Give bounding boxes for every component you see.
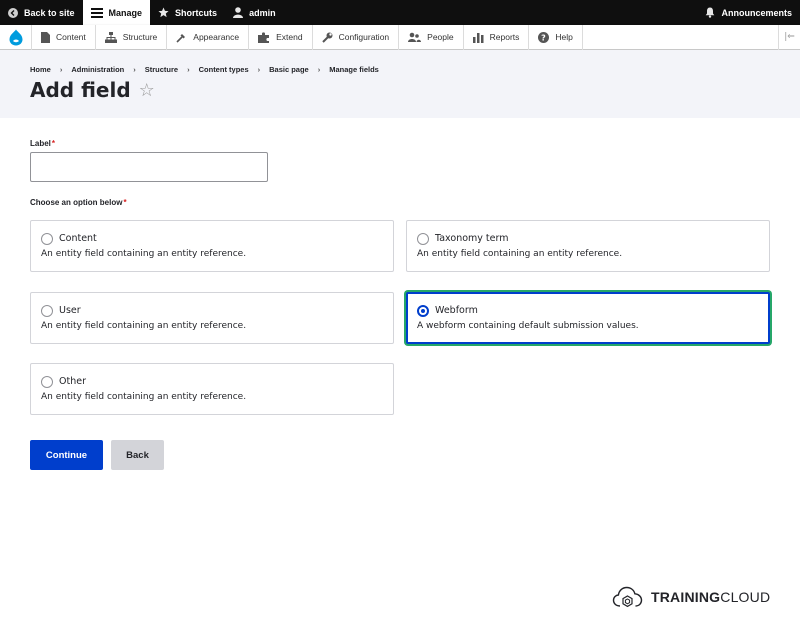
option-title: Webform (435, 305, 478, 316)
sitemap-icon (104, 31, 117, 43)
breadcrumb: Home › Administration › Structure › Cont… (30, 65, 379, 74)
menu-item-people[interactable]: People (399, 24, 464, 50)
continue-button[interactable]: Continue (30, 440, 103, 470)
menu-item-appearance[interactable]: Appearance (167, 24, 250, 50)
menu-item-content[interactable]: Content (32, 24, 96, 50)
page-title-row: Add field ☆ (30, 78, 155, 102)
page-header: Home › Administration › Structure › Cont… (0, 50, 800, 118)
menu-item-configuration[interactable]: Configuration (313, 24, 400, 50)
menu-item-structure[interactable]: Structure (96, 24, 168, 50)
option-card-content[interactable]: Content An entity field containing an en… (30, 220, 394, 272)
watermark-text-rest: CLOUD (720, 589, 771, 605)
manage-label: Manage (108, 7, 143, 18)
label-input[interactable] (30, 152, 268, 182)
menu-item-label: Content (56, 32, 86, 42)
breadcrumb-separator: › (187, 65, 190, 74)
option-description: An entity field containing an entity ref… (41, 321, 247, 331)
menu-item-label: Configuration (338, 32, 390, 42)
watermark-text: TRAININGCLOUD (651, 589, 770, 605)
admin-menu: Content Structure Appearance Extend Conf… (0, 24, 800, 50)
shortcut-star-icon[interactable]: ☆ (139, 80, 155, 101)
user-label: admin (249, 7, 276, 18)
breadcrumb-manage-fields[interactable]: Manage fields (329, 65, 379, 74)
option-card-taxonomy-term[interactable]: Taxonomy term An entity field containing… (406, 220, 770, 272)
breadcrumb-separator: › (133, 65, 136, 74)
menu-item-label: Appearance (193, 32, 240, 42)
menu-item-label: Structure (122, 32, 158, 42)
people-icon (408, 32, 422, 42)
breadcrumb-structure[interactable]: Structure (145, 65, 178, 74)
choose-option-label: Choose an option below* (30, 198, 127, 207)
announcements-tab[interactable]: Announcements (697, 0, 800, 25)
manage-tab[interactable]: Manage (82, 0, 151, 25)
svg-text:?: ? (542, 33, 547, 42)
watermark-text-bold: TRAINING (651, 589, 721, 605)
menu-item-label: People (427, 32, 454, 42)
menu-item-reports[interactable]: Reports (464, 24, 530, 50)
option-title: Content (59, 233, 97, 244)
star-icon (158, 7, 169, 18)
drupal-logo[interactable] (0, 24, 32, 50)
required-marker: * (123, 198, 127, 207)
page-icon (41, 31, 50, 43)
user-tab[interactable]: admin (225, 0, 284, 25)
breadcrumb-separator: › (317, 65, 321, 74)
radio-button[interactable] (41, 376, 53, 388)
help-icon: ? (538, 31, 550, 43)
paintbrush-icon (176, 33, 186, 43)
menu-item-label: Help (555, 32, 573, 42)
shortcuts-tab[interactable]: Shortcuts (150, 0, 225, 25)
label-field-text: Label (30, 139, 51, 148)
shortcuts-label: Shortcuts (175, 7, 218, 18)
breadcrumb-content-types[interactable]: Content types (199, 65, 249, 74)
breadcrumb-administration[interactable]: Administration (71, 65, 124, 74)
radio-button[interactable] (41, 305, 53, 317)
option-description: An entity field containing an entity ref… (41, 392, 247, 402)
drupal-drop-icon (9, 29, 22, 45)
user-icon (233, 7, 244, 18)
option-description: An entity field containing an entity ref… (417, 249, 623, 259)
trainingcloud-watermark: TRAININGCLOUD (612, 585, 770, 609)
back-to-site-label: Back to site (24, 7, 75, 18)
orientation-toggle-icon[interactable]: |⇐ (778, 24, 800, 50)
radio-button[interactable] (417, 233, 429, 245)
option-title: Other (59, 376, 86, 387)
radio-button-selected[interactable] (417, 305, 429, 317)
top-toolbar: Back to site Manage Shortcuts admin Anno… (0, 0, 800, 25)
option-card-user[interactable]: User An entity field containing an entit… (30, 292, 394, 344)
bell-icon (706, 7, 715, 18)
option-description: An entity field containing an entity ref… (41, 249, 247, 259)
page-title: Add field (30, 78, 131, 102)
bar-chart-icon (472, 32, 484, 43)
option-card-other[interactable]: Other An entity field containing an enti… (30, 363, 394, 415)
label-field-label: Label* (30, 139, 55, 148)
menu-item-extend[interactable]: Extend (249, 24, 313, 50)
breadcrumb-separator: › (257, 65, 261, 74)
required-marker: * (51, 139, 56, 148)
menu-item-label: Extend (276, 32, 303, 42)
back-arrow-icon (8, 7, 18, 18)
radio-button[interactable] (41, 233, 53, 245)
hamburger-icon (90, 7, 103, 18)
back-button[interactable]: Back (111, 440, 164, 470)
choose-option-text: Choose an option below (30, 198, 123, 207)
menu-item-help[interactable]: ? Help (529, 24, 583, 50)
option-description: A webform containing default submission … (417, 321, 639, 331)
breadcrumb-separator: › (59, 65, 63, 74)
wrench-icon (321, 32, 333, 43)
option-card-webform[interactable]: Webform A webform containing default sub… (406, 292, 770, 344)
menu-item-label: Reports (489, 32, 520, 42)
announcements-label: Announcements (721, 7, 792, 18)
cloud-logo-icon (612, 586, 643, 608)
back-to-site-link[interactable]: Back to site (0, 0, 83, 25)
puzzle-icon (258, 31, 270, 43)
breadcrumb-home[interactable]: Home (30, 65, 51, 74)
option-title: User (59, 305, 81, 316)
option-title: Taxonomy term (435, 233, 509, 244)
breadcrumb-basic-page[interactable]: Basic page (269, 65, 309, 74)
